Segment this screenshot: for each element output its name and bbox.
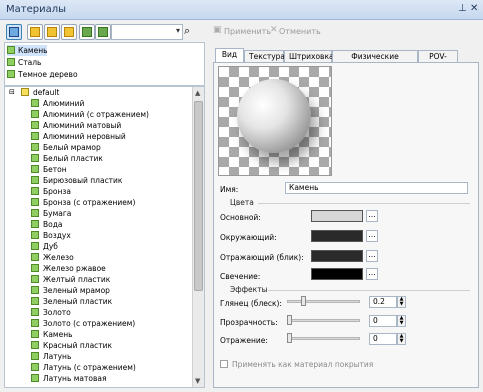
delete-icon — [64, 27, 74, 37]
reflection-spinbox[interactable]: 0 — [369, 333, 397, 345]
scene-materials-list: Камень Сталь Темное дерево — [4, 42, 205, 86]
gloss-label: Глянец (блеск): — [220, 299, 282, 308]
window-title: Материалы — [6, 4, 66, 15]
add-icon — [30, 27, 40, 37]
material-icon — [7, 70, 15, 78]
paste-icon — [98, 27, 108, 37]
cover-material-checkbox[interactable] — [220, 360, 228, 368]
base-color-button[interactable]: ... — [366, 210, 378, 222]
library-combo[interactable]: ▾ — [111, 24, 183, 40]
material-icon — [31, 132, 39, 140]
cover-material-label: Применять как материал покрытия — [232, 360, 374, 369]
material-icon — [31, 165, 39, 173]
apply-button[interactable]: Применить — [224, 27, 271, 36]
scroll-thumb[interactable] — [194, 101, 203, 291]
reflection-slider-thumb[interactable] — [287, 333, 292, 343]
material-preview — [218, 66, 332, 176]
transparency-label: Прозрачность: — [220, 318, 278, 327]
add-material-button[interactable] — [27, 24, 43, 40]
divider — [258, 203, 470, 204]
material-icon — [31, 352, 39, 360]
transparency-spin-buttons[interactable]: ▲ ▼ — [397, 315, 406, 327]
collapse-icon[interactable]: ⊟ — [9, 87, 15, 98]
material-icon — [31, 264, 39, 272]
pin-icon[interactable]: ⊥ — [458, 3, 467, 15]
material-icon — [31, 176, 39, 184]
base-color-swatch[interactable] — [311, 210, 363, 222]
library-tree: ⊟ default Алюминий Алюминий (с отражением… — [4, 86, 205, 388]
transparency-spinbox[interactable]: 0 — [369, 315, 397, 327]
material-icon — [31, 110, 39, 118]
material-icon — [7, 46, 15, 54]
material-icon — [31, 231, 39, 239]
colors-group-header: Цвета — [230, 198, 254, 207]
material-icon — [31, 187, 39, 195]
gloss-spin-buttons[interactable]: ▲ ▼ — [397, 296, 406, 308]
material-icon — [31, 121, 39, 129]
title-bar: Материалы ⊥ ✕ — [0, 0, 483, 20]
tree-scrollbar[interactable]: ▲ ▼ — [192, 87, 204, 387]
ambient-color-label: Окружающий: — [220, 233, 277, 242]
name-input[interactable]: Камень — [285, 182, 468, 194]
delete-button[interactable] — [61, 24, 77, 40]
ambient-color-button[interactable]: ... — [366, 230, 378, 242]
gloss-spinbox[interactable]: 0.2 — [369, 296, 397, 308]
list-item[interactable]: Камень — [7, 45, 48, 56]
material-icon — [31, 209, 39, 217]
scroll-up-icon[interactable]: ▲ — [195, 89, 200, 97]
specular-color-button[interactable]: ... — [366, 250, 378, 262]
paste-button[interactable] — [95, 24, 111, 40]
material-icon — [31, 330, 39, 338]
preview-sphere — [237, 79, 311, 153]
specular-color-swatch[interactable] — [311, 250, 363, 262]
emission-color-button[interactable]: ... — [366, 268, 378, 280]
effects-group-header: Эффекты — [230, 285, 268, 294]
reflection-label: Отражение: — [220, 336, 268, 345]
apply-icon: ▣ — [213, 25, 222, 35]
material-icon — [31, 275, 39, 283]
reflection-slider-track[interactable] — [287, 337, 360, 340]
material-icon — [31, 99, 39, 107]
chevron-down-icon: ▾ — [175, 26, 180, 35]
material-icon — [9, 27, 19, 37]
material-icon — [31, 363, 39, 371]
material-icon — [31, 308, 39, 316]
gloss-slider-thumb[interactable] — [300, 296, 306, 306]
material-icon — [31, 154, 39, 162]
scroll-down-icon[interactable]: ▼ — [195, 377, 200, 385]
material-icon — [7, 58, 15, 66]
specular-color-label: Отражающий (блик): — [220, 253, 304, 262]
material-icon — [31, 220, 39, 228]
gloss-slider-track[interactable] — [287, 300, 360, 303]
reflection-spin-buttons[interactable]: ▲ ▼ — [397, 333, 406, 345]
copy-button[interactable] — [79, 24, 95, 40]
material-icon — [31, 198, 39, 206]
folder-icon — [47, 27, 57, 37]
material-icon — [31, 374, 39, 382]
emission-color-label: Свечение: — [220, 272, 261, 281]
cancel-icon: ✕ — [270, 25, 278, 35]
add-folder-button[interactable] — [44, 24, 60, 40]
material-icon — [31, 286, 39, 294]
name-label: Имя: — [220, 185, 239, 194]
material-icon — [31, 319, 39, 327]
transparency-slider-thumb[interactable] — [287, 315, 292, 325]
close-icon[interactable]: ✕ — [470, 3, 478, 15]
search-icon[interactable]: ⌕ — [184, 24, 190, 38]
material-icon — [31, 341, 39, 349]
base-color-label: Основной: — [220, 213, 261, 222]
scene-materials-button[interactable] — [6, 24, 22, 40]
ambient-color-swatch[interactable] — [311, 230, 363, 242]
cancel-button[interactable]: Отменить — [279, 27, 321, 36]
copy-icon — [82, 27, 92, 37]
material-icon — [31, 143, 39, 151]
tab-view[interactable]: Вид — [215, 48, 244, 63]
emission-color-swatch[interactable] — [311, 268, 363, 280]
material-icon — [31, 242, 39, 250]
transparency-slider-track[interactable] — [287, 319, 360, 322]
divider — [268, 290, 470, 291]
material-icon — [31, 253, 39, 261]
material-icon — [31, 297, 39, 305]
folder-icon — [21, 88, 29, 96]
